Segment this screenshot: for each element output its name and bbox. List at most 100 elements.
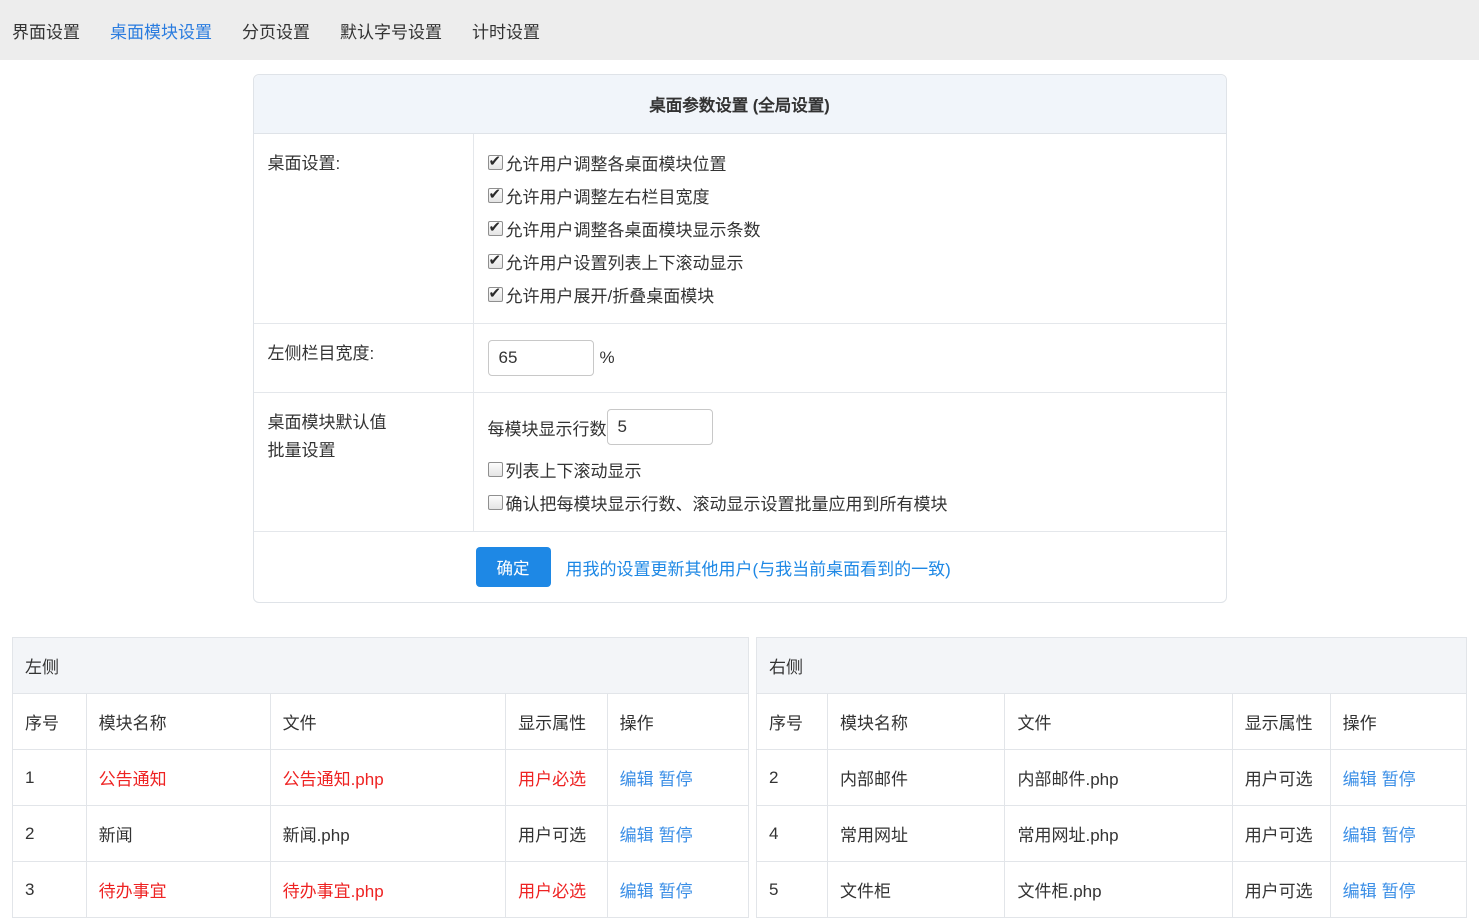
pause-link[interactable]: 暂停 bbox=[1382, 882, 1416, 901]
percent-unit-label: % bbox=[600, 348, 615, 368]
col-header-no: 序号 bbox=[756, 694, 827, 750]
cell-file: 公告通知.php bbox=[270, 750, 506, 806]
right-modules-table: 右侧 序号 模块名称 文件 显示属性 操作 2 内部邮件 内部邮件.php 用户… bbox=[756, 637, 1467, 918]
edit-link[interactable]: 编辑 bbox=[1343, 770, 1377, 789]
cell-module-name: 新闻 bbox=[86, 806, 270, 862]
cell-no: 4 bbox=[756, 806, 827, 862]
cell-operations: 编辑暂停 bbox=[1330, 750, 1466, 806]
pause-link[interactable]: 暂停 bbox=[659, 770, 693, 789]
right-table-title: 右侧 bbox=[756, 638, 1466, 694]
option-label: 允许用户设置列表上下滚动显示 bbox=[506, 249, 744, 274]
left-width-label: 左侧栏目宽度: bbox=[254, 324, 474, 392]
pause-link[interactable]: 暂停 bbox=[1382, 770, 1416, 789]
col-header-attr: 显示属性 bbox=[1232, 694, 1330, 750]
checkbox-allow-move-modules[interactable] bbox=[488, 155, 503, 170]
checkbox-allow-adjust-row-count[interactable] bbox=[488, 221, 503, 236]
rows-per-module-input[interactable] bbox=[607, 409, 713, 445]
col-header-op: 操作 bbox=[1330, 694, 1466, 750]
module-defaults-content: 每模块显示行数 列表上下滚动显示 确认把每模块显示行数、滚动显示设置批量应用到所… bbox=[474, 393, 1226, 531]
option-allow-adjust-column-width[interactable]: 允许用户调整左右栏目宽度 bbox=[488, 179, 1226, 212]
col-header-no: 序号 bbox=[13, 694, 87, 750]
cell-no: 1 bbox=[13, 750, 87, 806]
cell-display-attr: 用户可选 bbox=[1232, 862, 1330, 918]
cell-no: 5 bbox=[756, 862, 827, 918]
cell-operations: 编辑暂停 bbox=[607, 806, 748, 862]
table-row: 5 文件柜 文件柜.php 用户可选 编辑暂停 bbox=[756, 862, 1466, 918]
table-row: 4 常用网址 常用网址.php 用户可选 编辑暂停 bbox=[756, 806, 1466, 862]
cell-display-attr: 用户必选 bbox=[506, 862, 608, 918]
row-module-defaults: 桌面模块默认值 批量设置 每模块显示行数 列表上下滚动显示 确认把每模块显示行数… bbox=[254, 393, 1226, 532]
edit-link[interactable]: 编辑 bbox=[1343, 826, 1377, 845]
row-actions: 确定 用我的设置更新其他用户(与我当前桌面看到的一致) bbox=[254, 532, 1226, 602]
update-other-users-link[interactable]: 用我的设置更新其他用户(与我当前桌面看到的一致) bbox=[566, 555, 951, 580]
option-allow-move-modules[interactable]: 允许用户调整各桌面模块位置 bbox=[488, 146, 1226, 179]
module-defaults-label-line2: 批量设置 bbox=[268, 437, 473, 465]
cell-display-attr: 用户必选 bbox=[506, 750, 608, 806]
option-allow-adjust-row-count[interactable]: 允许用户调整各桌面模块显示条数 bbox=[488, 212, 1226, 245]
checkbox-list-scroll-display[interactable] bbox=[488, 462, 503, 477]
module-tables: 左侧 序号 模块名称 文件 显示属性 操作 1 公告通知 公告通知.php 用户… bbox=[12, 637, 1467, 918]
cell-display-attr: 用户可选 bbox=[506, 806, 608, 862]
col-header-op: 操作 bbox=[607, 694, 748, 750]
cell-operations: 编辑暂停 bbox=[607, 750, 748, 806]
table-row: 2 内部邮件 内部邮件.php 用户可选 编辑暂停 bbox=[756, 750, 1466, 806]
left-table-title: 左侧 bbox=[13, 638, 749, 694]
option-allow-collapse-modules[interactable]: 允许用户展开/折叠桌面模块 bbox=[488, 278, 1226, 311]
cell-no: 3 bbox=[13, 862, 87, 918]
tab-default-font-settings[interactable]: 默认字号设置 bbox=[340, 18, 442, 43]
option-list-scroll-display[interactable]: 列表上下滚动显示 bbox=[488, 453, 1226, 486]
checkbox-apply-to-all-modules[interactable] bbox=[488, 495, 503, 510]
rows-per-module-label: 每模块显示行数 bbox=[488, 415, 607, 440]
col-header-file: 文件 bbox=[1005, 694, 1232, 750]
col-header-name: 模块名称 bbox=[827, 694, 1005, 750]
option-allow-scroll-display[interactable]: 允许用户设置列表上下滚动显示 bbox=[488, 245, 1226, 278]
cell-operations: 编辑暂停 bbox=[1330, 806, 1466, 862]
cell-file: 待办事宜.php bbox=[270, 862, 506, 918]
tab-interface-settings[interactable]: 界面设置 bbox=[12, 18, 80, 43]
tab-timing-settings[interactable]: 计时设置 bbox=[472, 18, 540, 43]
pause-link[interactable]: 暂停 bbox=[1382, 826, 1416, 845]
edit-link[interactable]: 编辑 bbox=[620, 770, 654, 789]
desktop-params-panel: 桌面参数设置 (全局设置) 桌面设置: 允许用户调整各桌面模块位置 允许用户调整… bbox=[253, 74, 1227, 603]
checkbox-allow-collapse-modules[interactable] bbox=[488, 287, 503, 302]
option-apply-to-all-modules[interactable]: 确认把每模块显示行数、滚动显示设置批量应用到所有模块 bbox=[488, 486, 1226, 519]
cell-operations: 编辑暂停 bbox=[607, 862, 748, 918]
tab-desktop-module-settings[interactable]: 桌面模块设置 bbox=[110, 18, 212, 43]
edit-link[interactable]: 编辑 bbox=[620, 882, 654, 901]
left-table-header-row: 序号 模块名称 文件 显示属性 操作 bbox=[13, 694, 749, 750]
checkbox-allow-adjust-column-width[interactable] bbox=[488, 188, 503, 203]
option-label: 确认把每模块显示行数、滚动显示设置批量应用到所有模块 bbox=[506, 490, 948, 515]
pause-link[interactable]: 暂停 bbox=[659, 826, 693, 845]
left-table-title-row: 左侧 bbox=[13, 638, 749, 694]
cell-operations: 编辑暂停 bbox=[1330, 862, 1466, 918]
edit-link[interactable]: 编辑 bbox=[1343, 882, 1377, 901]
left-width-content: % bbox=[474, 324, 1226, 392]
cell-no: 2 bbox=[13, 806, 87, 862]
option-label: 允许用户调整各桌面模块位置 bbox=[506, 150, 727, 175]
cell-file: 常用网址.php bbox=[1005, 806, 1232, 862]
cell-module-name: 内部邮件 bbox=[827, 750, 1005, 806]
table-row: 1 公告通知 公告通知.php 用户必选 编辑暂停 bbox=[13, 750, 749, 806]
checkbox-allow-scroll-display[interactable] bbox=[488, 254, 503, 269]
tab-pagination-settings[interactable]: 分页设置 bbox=[242, 18, 310, 43]
module-defaults-label: 桌面模块默认值 批量设置 bbox=[254, 393, 474, 531]
pause-link[interactable]: 暂停 bbox=[659, 882, 693, 901]
module-defaults-label-line1: 桌面模块默认值 bbox=[268, 409, 473, 437]
left-width-input[interactable] bbox=[488, 340, 594, 376]
option-label: 允许用户调整各桌面模块显示条数 bbox=[506, 216, 761, 241]
row-left-column-width: 左侧栏目宽度: % bbox=[254, 324, 1226, 393]
edit-link[interactable]: 编辑 bbox=[620, 826, 654, 845]
confirm-button[interactable]: 确定 bbox=[476, 547, 551, 587]
cell-display-attr: 用户可选 bbox=[1232, 750, 1330, 806]
option-label: 允许用户展开/折叠桌面模块 bbox=[506, 282, 715, 307]
cell-module-name: 公告通知 bbox=[86, 750, 270, 806]
desktop-settings-label: 桌面设置: bbox=[254, 134, 474, 323]
col-header-name: 模块名称 bbox=[86, 694, 270, 750]
row-desktop-settings: 桌面设置: 允许用户调整各桌面模块位置 允许用户调整左右栏目宽度 允许用户调整各… bbox=[254, 134, 1226, 324]
settings-tabbar: 界面设置 桌面模块设置 分页设置 默认字号设置 计时设置 bbox=[0, 0, 1479, 60]
table-row: 2 新闻 新闻.php 用户可选 编辑暂停 bbox=[13, 806, 749, 862]
panel-title: 桌面参数设置 (全局设置) bbox=[254, 75, 1226, 134]
cell-file: 新闻.php bbox=[270, 806, 506, 862]
col-header-file: 文件 bbox=[270, 694, 506, 750]
option-label: 允许用户调整左右栏目宽度 bbox=[506, 183, 710, 208]
